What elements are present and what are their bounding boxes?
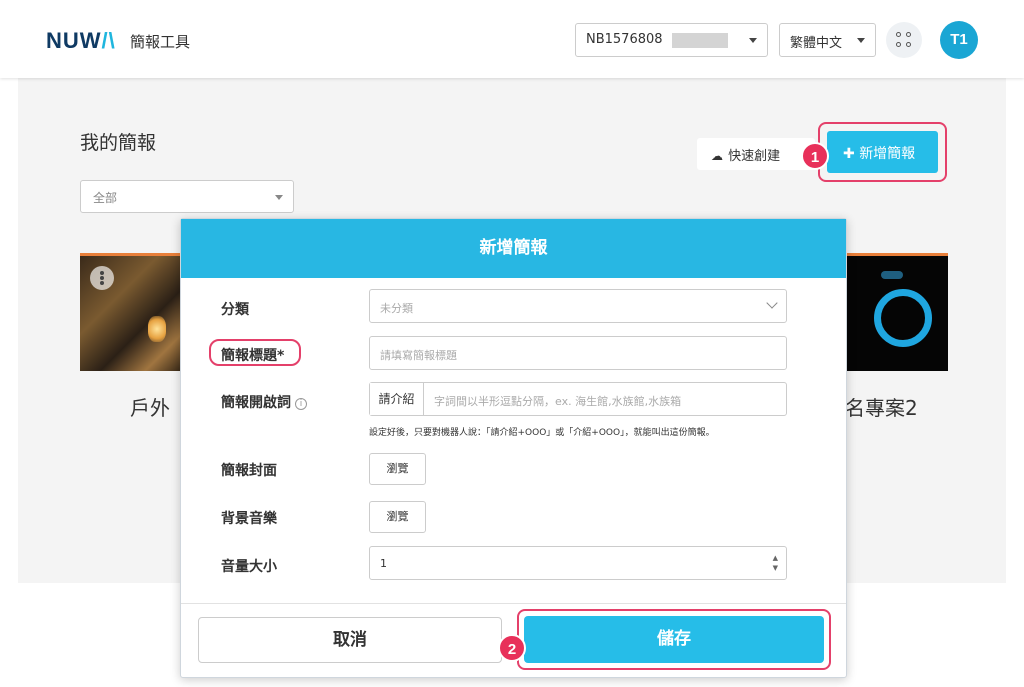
presentation-card-thumbnail[interactable] xyxy=(838,253,948,371)
spinner-arrows-icon[interactable]: ▲ ▼ xyxy=(773,553,778,573)
cloud-upload-icon: ☁ xyxy=(711,149,723,163)
opening-hint: 設定好後，只要對機器人說：「請介紹+OOO」或「介紹+OOO」，就能叫出這份簡報… xyxy=(369,428,715,438)
app-name: 簡報工具 xyxy=(130,33,191,51)
opening-words-label: 簡報開啟詞 i xyxy=(221,392,307,412)
new-presentation-label: 新增簡報 xyxy=(859,146,916,162)
new-presentation-button[interactable]: ✚ 新增簡報 xyxy=(827,131,938,173)
plus-icon: ✚ xyxy=(843,146,855,162)
save-button[interactable]: 儲存 xyxy=(524,616,824,663)
quick-create-button[interactable]: ☁ 快速創建 xyxy=(697,138,815,170)
category-select[interactable]: 未分類 xyxy=(369,289,787,323)
opening-words-input[interactable]: 請介紹 字詞間以半形逗點分隔，ex. 海生館,水族館,水族箱 xyxy=(369,382,787,416)
apps-grid-icon xyxy=(896,32,901,37)
title-placeholder: 請填寫簡報標題 xyxy=(380,349,457,362)
nuwa-logo[interactable]: NUW/\ xyxy=(46,28,116,54)
lantern-image xyxy=(148,316,166,342)
card-caption: 戶外 xyxy=(130,396,170,420)
step-badge-1: 1 xyxy=(801,142,829,170)
caret-down-icon xyxy=(857,38,865,43)
device-select[interactable]: NB1576808 xyxy=(575,23,768,57)
title-label: 簡報標題* xyxy=(221,348,285,364)
presentation-card-thumbnail[interactable] xyxy=(80,253,190,371)
step-badge-2: 2 xyxy=(498,634,526,662)
cancel-button[interactable]: 取消 xyxy=(198,617,502,663)
caret-down-icon xyxy=(275,195,283,200)
opening-prefix: 請介紹 xyxy=(370,383,424,415)
music-browse-button[interactable]: 瀏覽 xyxy=(369,501,426,533)
quick-create-label: 快速創建 xyxy=(728,149,781,164)
info-icon[interactable]: i xyxy=(295,398,307,410)
music-label: 背景音樂 xyxy=(221,511,277,527)
title-input[interactable]: 請填寫簡報標題 xyxy=(369,336,787,370)
page-title: 我的簡報 xyxy=(80,132,157,154)
cover-label: 簡報封面 xyxy=(221,463,277,479)
chevron-down-icon xyxy=(766,297,778,309)
device-id: NB1576808 xyxy=(586,32,663,47)
more-options-icon[interactable] xyxy=(90,266,114,290)
ring-image xyxy=(874,289,932,347)
category-label: 分類 xyxy=(221,302,249,318)
apps-grid-button[interactable] xyxy=(886,22,922,58)
redacted-text xyxy=(672,33,728,48)
divider xyxy=(181,603,846,604)
robot-light-image xyxy=(881,271,903,279)
top-bar: NUW/\ 簡報工具 NB1576808 繁體中文 T1 xyxy=(0,0,1024,78)
new-presentation-dialog: 新增簡報 分類 未分類 簡報標題* 請填寫簡報標題 簡報開啟詞 i 請介紹 字詞間… xyxy=(180,218,847,678)
opening-placeholder: 字詞間以半形逗點分隔，ex. 海生館,水族館,水族箱 xyxy=(434,395,682,408)
volume-value: 1 xyxy=(380,557,387,570)
user-avatar[interactable]: T1 xyxy=(940,21,978,59)
category-value: 未分類 xyxy=(380,302,413,315)
caret-down-icon xyxy=(749,38,757,43)
filter-value: 全部 xyxy=(93,191,118,205)
dialog-title: 新增簡報 xyxy=(181,219,846,278)
language-value: 繁體中文 xyxy=(790,36,843,51)
category-filter-select[interactable]: 全部 xyxy=(80,180,294,213)
volume-label: 音量大小 xyxy=(221,559,277,575)
card-caption: 名專案2 xyxy=(845,396,918,420)
cover-browse-button[interactable]: 瀏覽 xyxy=(369,453,426,485)
language-select[interactable]: 繁體中文 xyxy=(779,23,876,57)
volume-input[interactable]: 1 ▲ ▼ xyxy=(369,546,787,580)
